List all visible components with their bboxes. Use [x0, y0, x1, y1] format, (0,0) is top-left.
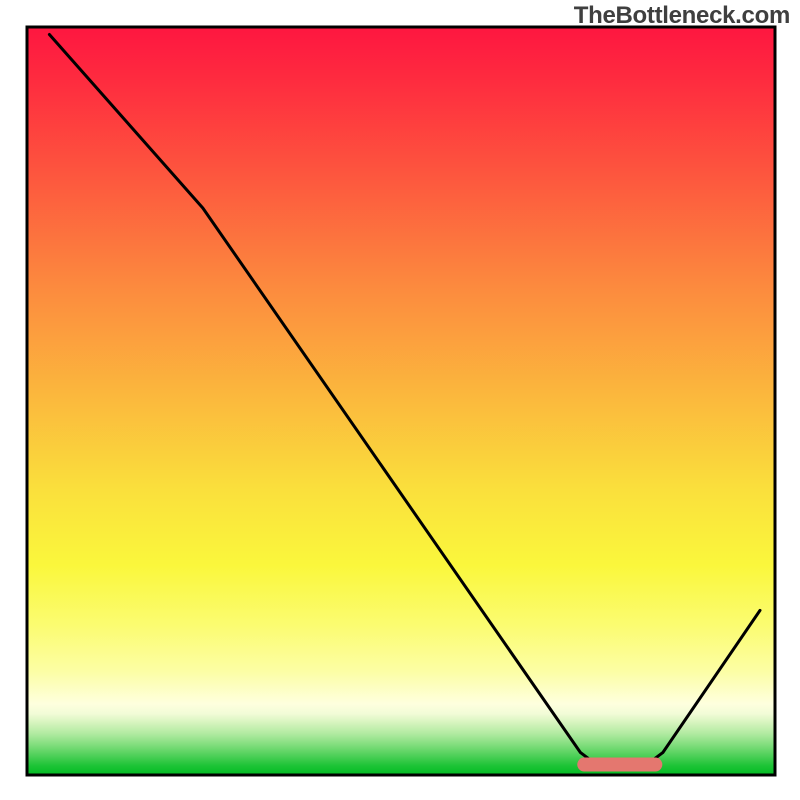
chart-container: TheBottleneck.com — [0, 0, 800, 800]
bottleneck-chart — [0, 0, 800, 800]
watermark-text: TheBottleneck.com — [574, 2, 790, 30]
plot-background-gradient — [27, 27, 775, 775]
